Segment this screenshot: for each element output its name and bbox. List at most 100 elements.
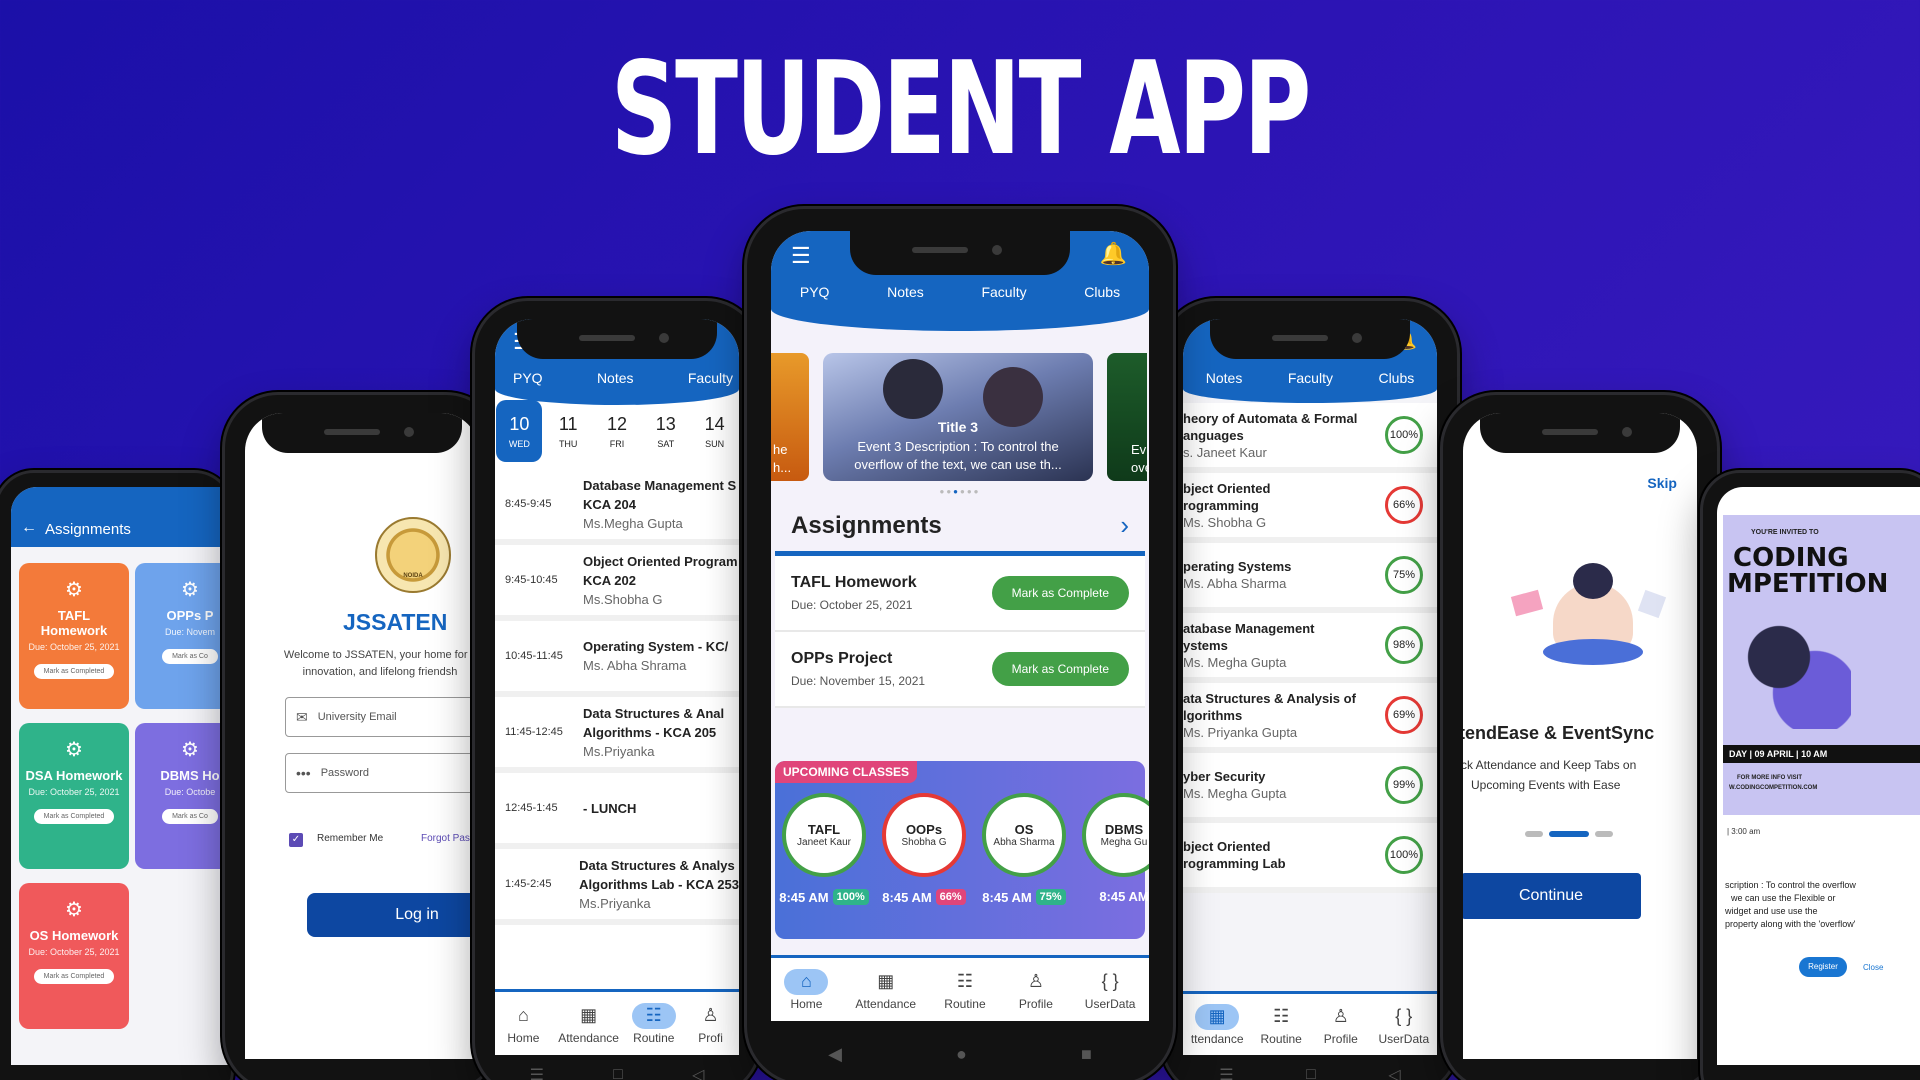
hamburger-menu-icon[interactable]: ☰ xyxy=(791,243,811,269)
routine-course: Data Structures & Anal Algorithms - KCA 2… xyxy=(583,705,725,759)
assignment-row[interactable]: TAFL Homework Due: October 25, 2021 Mark a… xyxy=(775,556,1145,632)
menu-icon[interactable]: ☰ xyxy=(1219,1065,1233,1080)
date-chip[interactable]: 14 SUN xyxy=(692,400,738,462)
email-field[interactable]: ✉ University Email xyxy=(285,697,479,737)
mark-completed-button[interactable]: Mark as Co xyxy=(162,649,218,664)
assignment-card[interactable]: ⚙ OPPs P Due: Novem Mark as Co xyxy=(135,563,231,709)
bell-icon[interactable]: 🔔 xyxy=(1100,241,1127,267)
skip-button[interactable]: Skip xyxy=(1647,475,1677,491)
phone-home: ☰ 🔔 PYQ Notes Faculty Clubs he h... Title 3 … xyxy=(744,206,1176,1080)
routine-row[interactable]: 10:45-11:45 Operating System - KC/Ms. Abh… xyxy=(495,621,739,697)
nav-routine[interactable]: ☷ Routine xyxy=(1259,1004,1303,1046)
tab-clubs[interactable]: Clubs xyxy=(1378,370,1414,386)
register-button[interactable]: Register xyxy=(1799,957,1847,977)
assignment-due: Due: October 25, 2021 xyxy=(791,598,913,612)
carousel-prev-card[interactable]: he h... xyxy=(771,353,809,481)
subject-row[interactable]: yber Security Ms. Megha Gupta 99% xyxy=(1183,753,1437,823)
event-desc-1: Event 3 Description : To control the xyxy=(857,439,1059,454)
assignment-card[interactable]: ⚙ TAFL Homework Due: October 25, 2021 Mark … xyxy=(19,563,129,709)
subject-row[interactable]: perating Systems Ms. Abha Sharma 75% xyxy=(1183,543,1437,613)
subject-row[interactable]: bject Oriented rogramming Ms. Shobha G 66% xyxy=(1183,473,1437,543)
events-carousel[interactable]: he h... Title 3 Event 3 Description : To … xyxy=(771,353,1149,483)
tab-notes[interactable]: Notes xyxy=(887,284,924,300)
nav-home[interactable]: ⌂ Home xyxy=(501,1003,545,1045)
carousel-dots: ●●●●●● xyxy=(939,487,981,496)
back-icon[interactable]: ◀ xyxy=(828,1044,842,1065)
nav-profile-icon: ♙ xyxy=(1027,971,1044,991)
tab-notes[interactable]: Notes xyxy=(597,370,634,386)
tab-pyq[interactable]: PYQ xyxy=(800,284,830,300)
nav-userdata[interactable]: { } UserData xyxy=(1085,969,1136,1011)
tab-pyq[interactable]: PYQ xyxy=(513,370,543,386)
date-chip[interactable]: 10 WED xyxy=(496,400,543,462)
event-banner-card[interactable]: Title 3 Event 3 Description : To control… xyxy=(823,353,1093,481)
onboarding-title: tendEase & EventSync xyxy=(1463,723,1655,743)
mark-complete-button[interactable]: Mark as Complete xyxy=(991,576,1129,610)
mark-complete-button[interactable]: Mark as Complete xyxy=(991,652,1129,686)
close-link[interactable]: Close xyxy=(1863,963,1883,972)
nav-attendance[interactable]: ▦ Attendance xyxy=(558,1003,619,1045)
nav-home[interactable]: ⌂ Home xyxy=(784,968,829,1011)
tab-faculty[interactable]: Faculty xyxy=(1288,370,1333,386)
class-time: 8:45 AM xyxy=(882,889,932,905)
nav-attendance[interactable]: ▦ Attendance xyxy=(855,969,916,1011)
tab-clubs[interactable]: Clubs xyxy=(1084,284,1120,300)
routine-row[interactable]: 12:45-1:45 - LUNCH xyxy=(495,773,739,849)
login-button[interactable]: Log in xyxy=(307,893,479,937)
mark-completed-button[interactable]: Mark as Co xyxy=(162,809,218,824)
routine-time: 8:45-9:45 xyxy=(505,498,552,510)
date-chip[interactable]: 13 SAT xyxy=(643,400,689,462)
nav-ttendance[interactable]: ▦ ttendance xyxy=(1191,1003,1244,1046)
nav-routine-icon: ☷ xyxy=(956,971,974,991)
class-item[interactable]: OS Abha Sharma 8:45 AM 75% xyxy=(981,793,1067,905)
nav-profile[interactable]: ♙ Profile xyxy=(1319,1004,1363,1046)
mark-completed-button[interactable]: Mark as Completed xyxy=(33,969,115,984)
nav-routine[interactable]: ☷ Routine xyxy=(943,969,987,1011)
subject-row[interactable]: atabase Management ystems Ms. Megha Gupta 9… xyxy=(1183,613,1437,683)
assignment-row[interactable]: OPPs Project Due: November 15, 2021 Mark a… xyxy=(775,632,1145,708)
back-arrow-icon[interactable]: ← xyxy=(21,519,37,537)
tab-notes[interactable]: Notes xyxy=(1206,370,1243,386)
routine-row[interactable]: 9:45-10:45 Object Oriented Program KCA 202… xyxy=(495,545,739,621)
recents-icon[interactable]: ■ xyxy=(1081,1044,1092,1065)
subject-row[interactable]: heory of Automata & Formal anguages s. Jan… xyxy=(1183,403,1437,473)
routine-row[interactable]: 8:45-9:45 Database Management S KCA 204 Ms.… xyxy=(495,469,739,545)
nav-profi[interactable]: ♙ Profi xyxy=(689,1003,733,1045)
back-icon[interactable]: ◁ xyxy=(692,1065,704,1080)
chevron-right-icon[interactable]: › xyxy=(1120,510,1129,541)
mark-completed-button[interactable]: Mark as Completed xyxy=(33,664,115,679)
class-item[interactable]: OOPs Shobha G 8:45 AM 66% xyxy=(881,793,967,905)
continue-button[interactable]: Continue xyxy=(1463,873,1641,919)
tab-faculty[interactable]: Faculty xyxy=(981,284,1026,300)
home-icon[interactable]: □ xyxy=(1306,1066,1316,1080)
password-field[interactable]: ••• Password xyxy=(285,753,479,793)
nav-profile[interactable]: ♙ Profile xyxy=(1014,969,1058,1011)
class-item[interactable]: TAFL Janeet Kaur 8:45 AM 100% xyxy=(779,793,869,905)
forgot-password-link[interactable]: Forgot Pass xyxy=(421,833,475,844)
routine-row[interactable]: 11:45-12:45 Data Structures & Anal Algorit… xyxy=(495,697,739,773)
event-description: scription : To control the overflow we ca… xyxy=(1725,880,1856,929)
remember-me-checkbox[interactable]: ✓ xyxy=(289,833,303,847)
phone-login: NOIDA JSSATEN Welcome to JSSATEN, your h… xyxy=(222,392,502,1080)
carousel-next-card[interactable]: Evove xyxy=(1107,353,1149,481)
subject-row[interactable]: bject Oriented rogramming Lab 100% xyxy=(1183,823,1437,893)
class-item[interactable]: DBMS Megha Gu 8:45 AM xyxy=(1081,793,1149,905)
date-chip[interactable]: 12 FRI xyxy=(594,400,640,462)
nav-userdata[interactable]: { } UserData xyxy=(1378,1004,1429,1046)
menu-icon[interactable]: ☰ xyxy=(530,1065,544,1080)
assignment-card[interactable]: ⚙ DSA Homework Due: October 25, 2021 Mark a… xyxy=(19,723,129,869)
home-dot-icon[interactable]: ● xyxy=(956,1044,967,1065)
tab-faculty[interactable]: Faculty xyxy=(688,370,733,386)
assignment-card[interactable]: ⚙ DBMS Ho Due: Octobe Mark as Co xyxy=(135,723,231,869)
home-icon[interactable]: □ xyxy=(613,1066,623,1080)
date-chip[interactable]: 11 THU xyxy=(545,400,591,462)
mark-completed-button[interactable]: Mark as Completed xyxy=(33,809,115,824)
attendance-percent: 100% xyxy=(1385,416,1423,454)
back-icon[interactable]: ◁ xyxy=(1388,1065,1400,1080)
routine-course: Object Oriented Program KCA 202 Ms.Shobha … xyxy=(583,553,738,607)
event-time: | 3:00 am xyxy=(1727,827,1761,836)
routine-row[interactable]: 1:45-2:45 Data Structures & Analys Algorit… xyxy=(495,849,739,925)
subject-row[interactable]: ata Structures & Analysis of lgorithms Ms.… xyxy=(1183,683,1437,753)
nav-routine[interactable]: ☷ Routine xyxy=(631,1002,676,1045)
assignment-card[interactable]: ⚙ OS Homework Due: October 25, 2021 Mark as… xyxy=(19,883,129,1029)
